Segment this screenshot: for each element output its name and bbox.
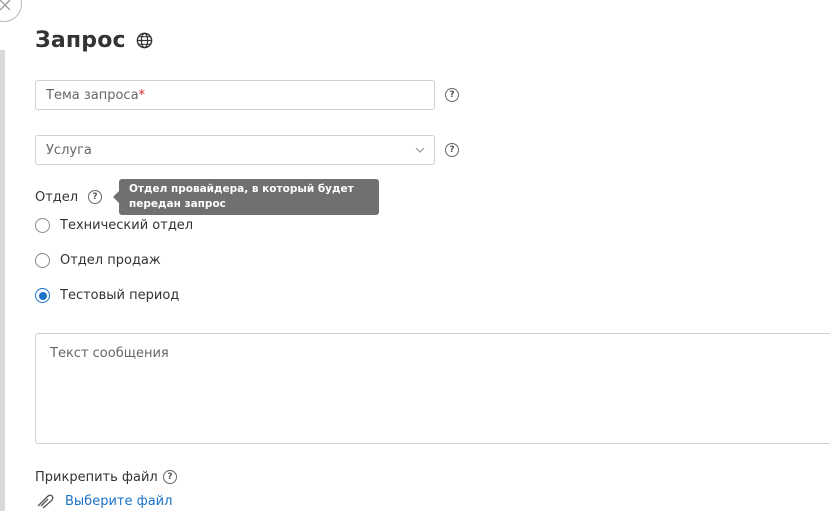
radio-label: Тестовый период — [60, 288, 180, 303]
radio-button[interactable] — [35, 253, 50, 268]
radio-sales-department[interactable]: Отдел продаж — [35, 253, 161, 268]
radio-label: Технический отдел — [60, 218, 194, 233]
page-title: Запрос — [35, 28, 126, 53]
radio-tech-department[interactable]: Технический отдел — [35, 218, 193, 233]
department-label: Отдел — [35, 190, 79, 205]
service-select[interactable]: Услуга — [35, 135, 435, 165]
message-placeholder: Текст сообщения — [50, 346, 169, 361]
message-textarea[interactable]: Текст сообщения — [35, 333, 830, 444]
department-help-icon[interactable]: ? — [88, 190, 102, 204]
service-help-icon[interactable]: ? — [445, 143, 459, 157]
subject-placeholder: Тема запроса — [46, 87, 139, 103]
radio-trial-period[interactable]: Тестовый период — [35, 288, 179, 303]
department-tooltip: Отдел провайдера, в который будет переда… — [113, 179, 379, 215]
globe-icon — [136, 32, 153, 49]
radio-label: Отдел продаж — [60, 253, 161, 268]
required-mark: * — [138, 87, 146, 103]
radio-button[interactable] — [35, 218, 50, 233]
scrollbar[interactable] — [0, 50, 5, 511]
attach-file-label: Прикрепить файл — [35, 470, 158, 485]
paperclip-icon — [37, 494, 54, 509]
choose-file-link[interactable]: Выберите файл — [65, 494, 172, 509]
subject-input[interactable]: Тема запроса * — [35, 80, 435, 110]
subject-help-icon[interactable]: ? — [445, 88, 459, 102]
chevron-down-icon — [415, 147, 425, 153]
request-form-page: Запрос Тема запроса * ? Услуга ? Отдел ? … — [0, 0, 830, 511]
title-row: Запрос — [35, 28, 154, 53]
close-icon — [0, 0, 11, 11]
service-selected-value: Услуга — [46, 142, 92, 158]
close-button[interactable] — [0, 0, 22, 22]
attach-file-row[interactable]: Выберите файл — [35, 493, 172, 509]
radio-button-checked[interactable] — [35, 288, 50, 303]
attach-help-icon[interactable]: ? — [163, 470, 177, 484]
